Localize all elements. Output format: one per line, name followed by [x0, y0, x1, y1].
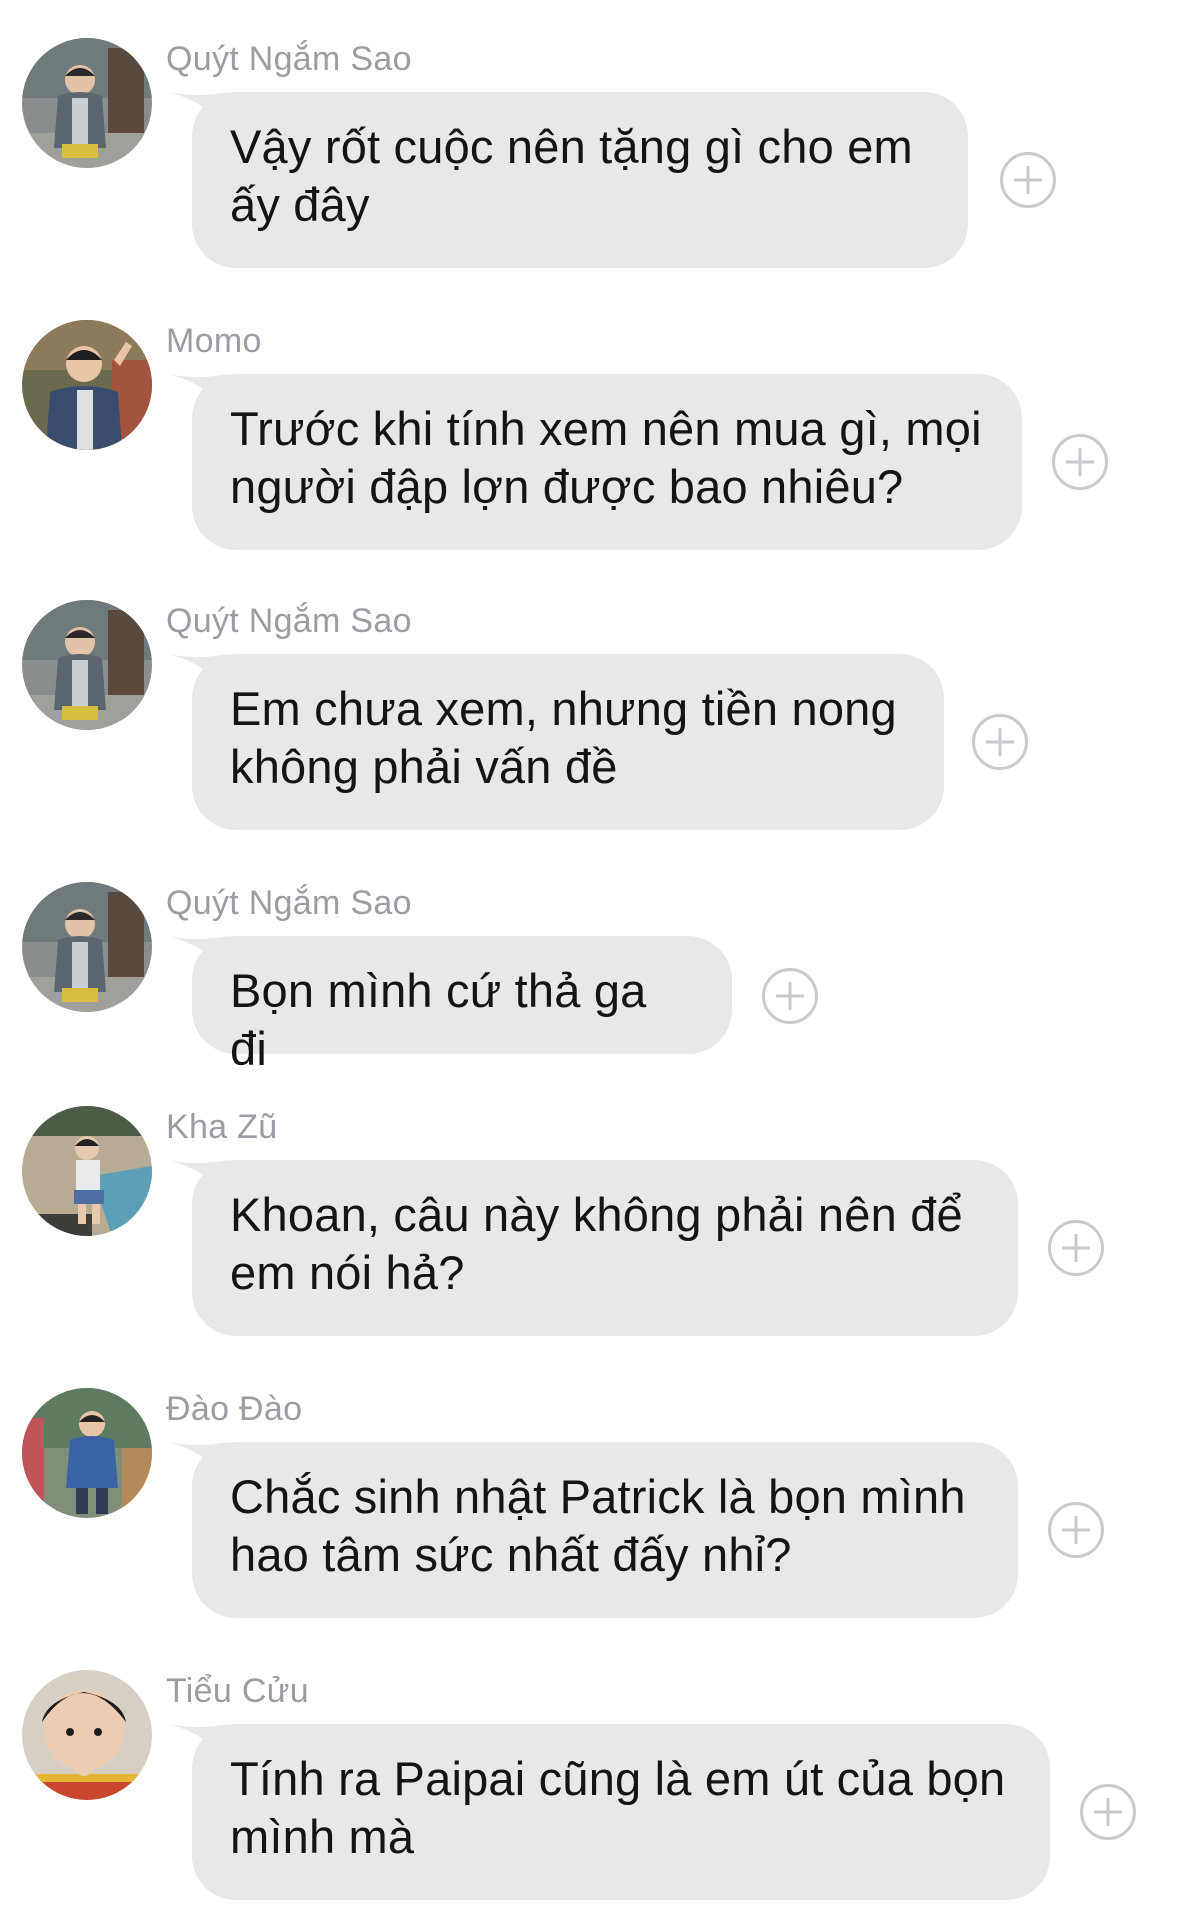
- plus-circle-icon[interactable]: [1048, 1502, 1104, 1558]
- message-bubble[interactable]: Tính ra Paipai cũng là em út của bọn mìn…: [192, 1724, 1050, 1900]
- avatar-quyt-ngam-sao[interactable]: [22, 882, 152, 1012]
- sender-name: Tiểu Cửu: [166, 1672, 309, 1710]
- message-bubble[interactable]: Bọn mình cứ thả ga đi: [192, 936, 732, 1075]
- message-bubble[interactable]: Trước khi tính xem nên mua gì, mọi người…: [192, 374, 1022, 550]
- avatar-tieu-cuu[interactable]: [22, 1670, 152, 1800]
- plus-circle-icon[interactable]: [972, 714, 1028, 770]
- message-bubble[interactable]: Khoan, câu này không phải nên để em nói …: [192, 1160, 1018, 1336]
- sender-name: Momo: [166, 322, 262, 360]
- message-bubble[interactable]: Em chưa xem, nhưng tiền nong không phải …: [192, 654, 944, 830]
- message-bubble[interactable]: Chắc sinh nhật Patrick là bọn mình hao t…: [192, 1442, 1018, 1618]
- avatar-quyt-ngam-sao[interactable]: [22, 38, 152, 168]
- avatar-dao-dao[interactable]: [22, 1388, 152, 1518]
- avatar-momo[interactable]: [22, 320, 152, 450]
- sender-name: Quýt Ngắm Sao: [166, 40, 412, 78]
- sender-name: Quýt Ngắm Sao: [166, 884, 412, 922]
- plus-circle-icon[interactable]: [1080, 1784, 1136, 1840]
- avatar-kha-zu[interactable]: [22, 1106, 152, 1236]
- plus-circle-icon[interactable]: [1000, 152, 1056, 208]
- plus-circle-icon[interactable]: [762, 968, 818, 1024]
- sender-name: Đào Đào: [166, 1390, 303, 1428]
- plus-circle-icon[interactable]: [1048, 1220, 1104, 1276]
- sender-name: Quýt Ngắm Sao: [166, 602, 412, 640]
- avatar-quyt-ngam-sao[interactable]: [22, 600, 152, 730]
- message-bubble[interactable]: Vậy rốt cuộc nên tặng gì cho em ấy đây: [192, 92, 968, 268]
- plus-circle-icon[interactable]: [1052, 434, 1108, 490]
- sender-name: Kha Zũ: [166, 1108, 278, 1146]
